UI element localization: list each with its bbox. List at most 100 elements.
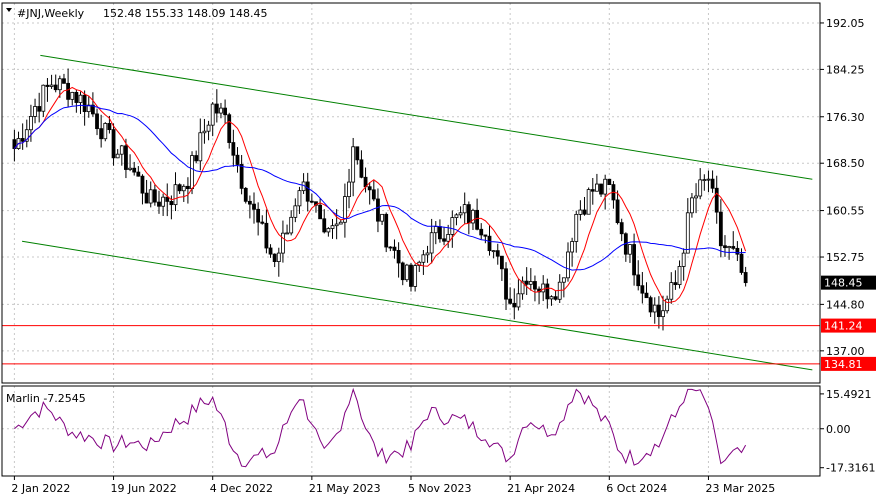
candle-body — [673, 282, 678, 286]
oscillator-grid — [2, 386, 820, 476]
candle-body — [743, 272, 748, 284]
candle-body — [413, 265, 418, 287]
y-tick-label: 137.00 — [826, 345, 865, 358]
candle-body — [669, 282, 674, 300]
x-tick-label: 19 Jun 2022 — [111, 482, 177, 495]
candle-body — [289, 216, 294, 234]
y-tick-label: 160.55 — [826, 205, 865, 218]
x-tick-label: 6 Oct 2024 — [606, 482, 667, 495]
candle-body — [396, 250, 401, 264]
candle-body — [706, 178, 711, 181]
candle-body — [107, 123, 112, 131]
candle-body — [574, 213, 579, 242]
candle-body — [718, 211, 723, 247]
candle-body — [710, 178, 715, 189]
candle-body — [487, 235, 492, 252]
candle-body — [305, 181, 310, 202]
candle-body — [243, 187, 248, 202]
candle-body — [74, 91, 79, 103]
oscillator — [14, 387, 747, 468]
candle-body — [739, 253, 744, 273]
candle-body — [256, 208, 261, 223]
candle-body — [640, 285, 645, 294]
candle-body — [157, 201, 161, 207]
ohlc-readout: 152.48 155.33 148.09 148.45 — [103, 7, 267, 20]
candle-body — [727, 246, 732, 249]
candle-body — [367, 186, 372, 191]
candle-body — [41, 84, 46, 112]
marlin-line — [14, 387, 747, 468]
candle-body — [446, 234, 451, 242]
candle-body — [586, 189, 591, 215]
candle-body — [656, 304, 661, 318]
candle-body — [355, 146, 360, 161]
candle-body — [384, 213, 389, 248]
candle-body — [566, 251, 570, 279]
candle-body — [619, 222, 624, 235]
candle-body — [293, 205, 298, 218]
candle-body — [115, 153, 120, 159]
candle-body — [702, 179, 707, 182]
candle-body — [148, 189, 153, 204]
candle-body — [652, 304, 657, 313]
candle-body — [528, 281, 533, 285]
candle-body — [276, 252, 281, 263]
candle-body — [380, 213, 384, 222]
candle-body — [190, 155, 194, 190]
candle-body — [677, 266, 682, 286]
candle-body — [78, 94, 83, 103]
candle-body — [239, 164, 244, 189]
candle-body — [462, 204, 467, 214]
candle-body — [128, 167, 132, 170]
y-tick-label: 176.30 — [826, 111, 865, 124]
candle-body — [152, 189, 157, 203]
candle-body — [272, 253, 277, 263]
candle-body — [549, 296, 554, 300]
x-tick-label: 2 Jan 2022 — [11, 482, 70, 495]
candle-body — [632, 244, 636, 276]
candle-body — [37, 106, 42, 112]
candle-body — [442, 238, 446, 242]
candle-body — [206, 124, 211, 132]
collapse-triangle-icon[interactable] — [6, 8, 12, 12]
candle-body — [260, 221, 265, 224]
candle-body — [516, 293, 521, 308]
y-tick-label: 168.50 — [826, 157, 865, 170]
candle-body — [404, 264, 409, 281]
candle-body — [533, 281, 537, 290]
candle-body — [392, 246, 397, 251]
candle-body — [66, 82, 71, 100]
candle-body — [541, 283, 546, 293]
candle-body — [132, 167, 137, 173]
candle-body — [454, 214, 459, 219]
candle-body — [177, 184, 182, 192]
candles — [12, 68, 748, 331]
candle-body — [198, 132, 203, 162]
candle-body — [595, 183, 599, 192]
candle-body — [466, 204, 471, 224]
candle-body — [252, 203, 256, 210]
candle-body — [322, 218, 327, 233]
candle-body — [165, 196, 170, 202]
candle-body — [694, 195, 698, 199]
candle-body — [33, 106, 37, 117]
x-tick-label: 5 Nov 2023 — [408, 482, 471, 495]
candle-body — [607, 178, 612, 185]
candle-body — [644, 292, 649, 299]
osc-y-tick-label: 15.4921 — [826, 388, 872, 401]
candle-body — [636, 274, 641, 287]
candle-body — [371, 189, 376, 200]
candle-body — [140, 175, 145, 194]
candle-body — [359, 159, 364, 178]
candle-body — [334, 223, 339, 227]
candle-body — [400, 262, 405, 281]
candle-body — [82, 94, 87, 113]
indicator-title: Marlin -7.2545 — [6, 392, 86, 405]
osc-y-tick-label: -17.3161 — [826, 462, 875, 475]
candle-body — [553, 296, 558, 300]
level-tag-label: 134.81 — [824, 358, 863, 371]
candle-body — [681, 252, 686, 267]
x-tick-label: 21 May 2023 — [309, 482, 381, 495]
candle-body — [661, 310, 665, 318]
candle-body — [504, 268, 508, 300]
